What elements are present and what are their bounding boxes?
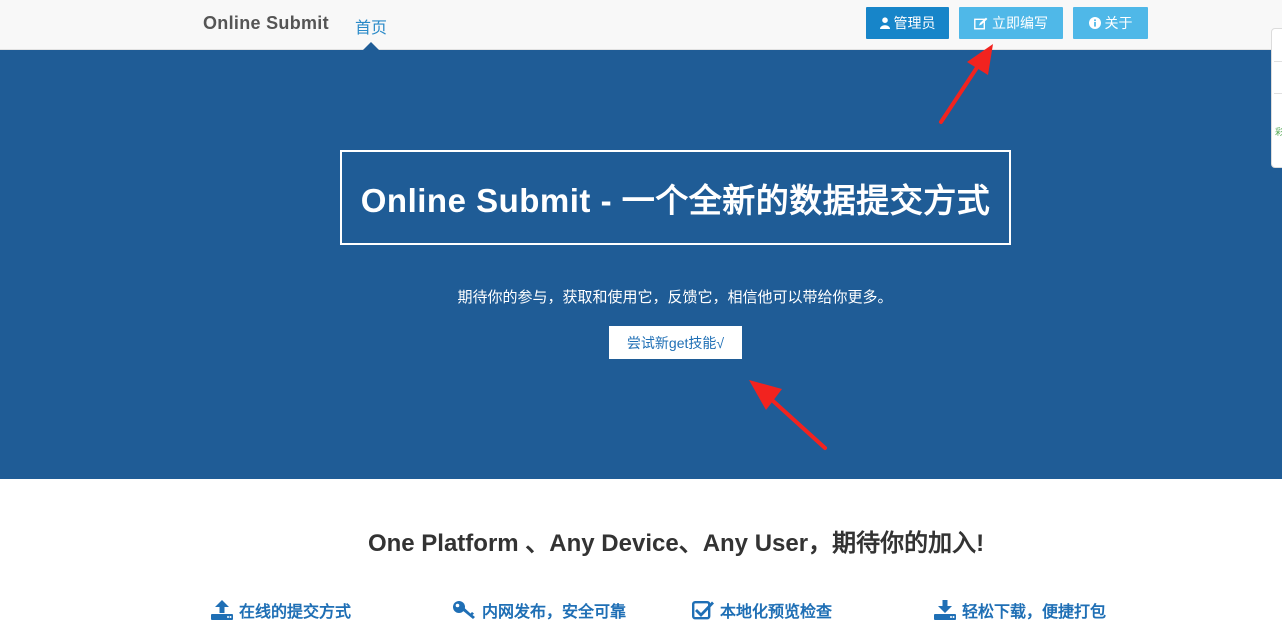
feature-intranet-secure: 内网发布，安全可靠 bbox=[452, 597, 626, 623]
try-now-button[interactable]: 尝试新get技能√ bbox=[609, 326, 742, 359]
active-nav-caret bbox=[363, 42, 379, 50]
platform-tagline: One Platform 、Any Device、Any User，期待你的加入… bbox=[367, 530, 985, 557]
info-icon bbox=[1088, 17, 1101, 29]
hero-subtitle: 期待你的参与，获取和使用它，反馈它，相信他可以带给你更多。 bbox=[457, 289, 893, 306]
write-now-button-label: 立即编写 bbox=[992, 15, 1048, 31]
admin-button-label: 管理员 bbox=[893, 15, 936, 31]
page: Online Submit 首页 管理员 立即编写 关于 Online Subm… bbox=[0, 0, 1282, 624]
download-icon bbox=[934, 600, 956, 620]
widget-glyph: 彩 bbox=[1275, 127, 1282, 137]
feature-label: 内网发布，安全可靠 bbox=[482, 604, 627, 621]
about-button-label: 关于 bbox=[1104, 15, 1133, 31]
feature-online-submit: 在线的提交方式 bbox=[211, 597, 351, 623]
key-icon bbox=[452, 600, 476, 620]
side-floating-widget[interactable]: 彩 bbox=[1271, 28, 1282, 168]
write-now-button[interactable]: 立即编写 bbox=[959, 7, 1063, 39]
feature-local-preview: 本地化预览检查 bbox=[692, 597, 832, 623]
nav-home-link[interactable]: 首页 bbox=[355, 14, 387, 38]
feature-label: 在线的提交方式 bbox=[239, 604, 352, 621]
top-navbar: Online Submit 首页 管理员 立即编写 关于 bbox=[0, 0, 1282, 50]
widget-divider bbox=[1274, 61, 1282, 62]
admin-button[interactable]: 管理员 bbox=[866, 7, 949, 39]
user-icon bbox=[879, 17, 890, 29]
upload-icon bbox=[211, 600, 233, 620]
feature-easy-download: 轻松下载，便捷打包 bbox=[934, 597, 1106, 623]
edit-icon bbox=[974, 17, 988, 30]
widget-divider bbox=[1274, 93, 1282, 94]
brand-logo[interactable]: Online Submit bbox=[203, 13, 329, 34]
feature-label: 本地化预览检查 bbox=[720, 604, 833, 621]
hero-banner: Online Submit - 一个全新的数据提交方式 期待你的参与，获取和使用… bbox=[0, 50, 1282, 479]
check-square-icon bbox=[692, 600, 714, 620]
feature-label: 轻松下载，便捷打包 bbox=[962, 604, 1107, 621]
about-button[interactable]: 关于 bbox=[1073, 7, 1148, 39]
hero-title-box: Online Submit - 一个全新的数据提交方式 bbox=[340, 150, 1011, 245]
hero-title: Online Submit - 一个全新的数据提交方式 bbox=[360, 181, 991, 219]
